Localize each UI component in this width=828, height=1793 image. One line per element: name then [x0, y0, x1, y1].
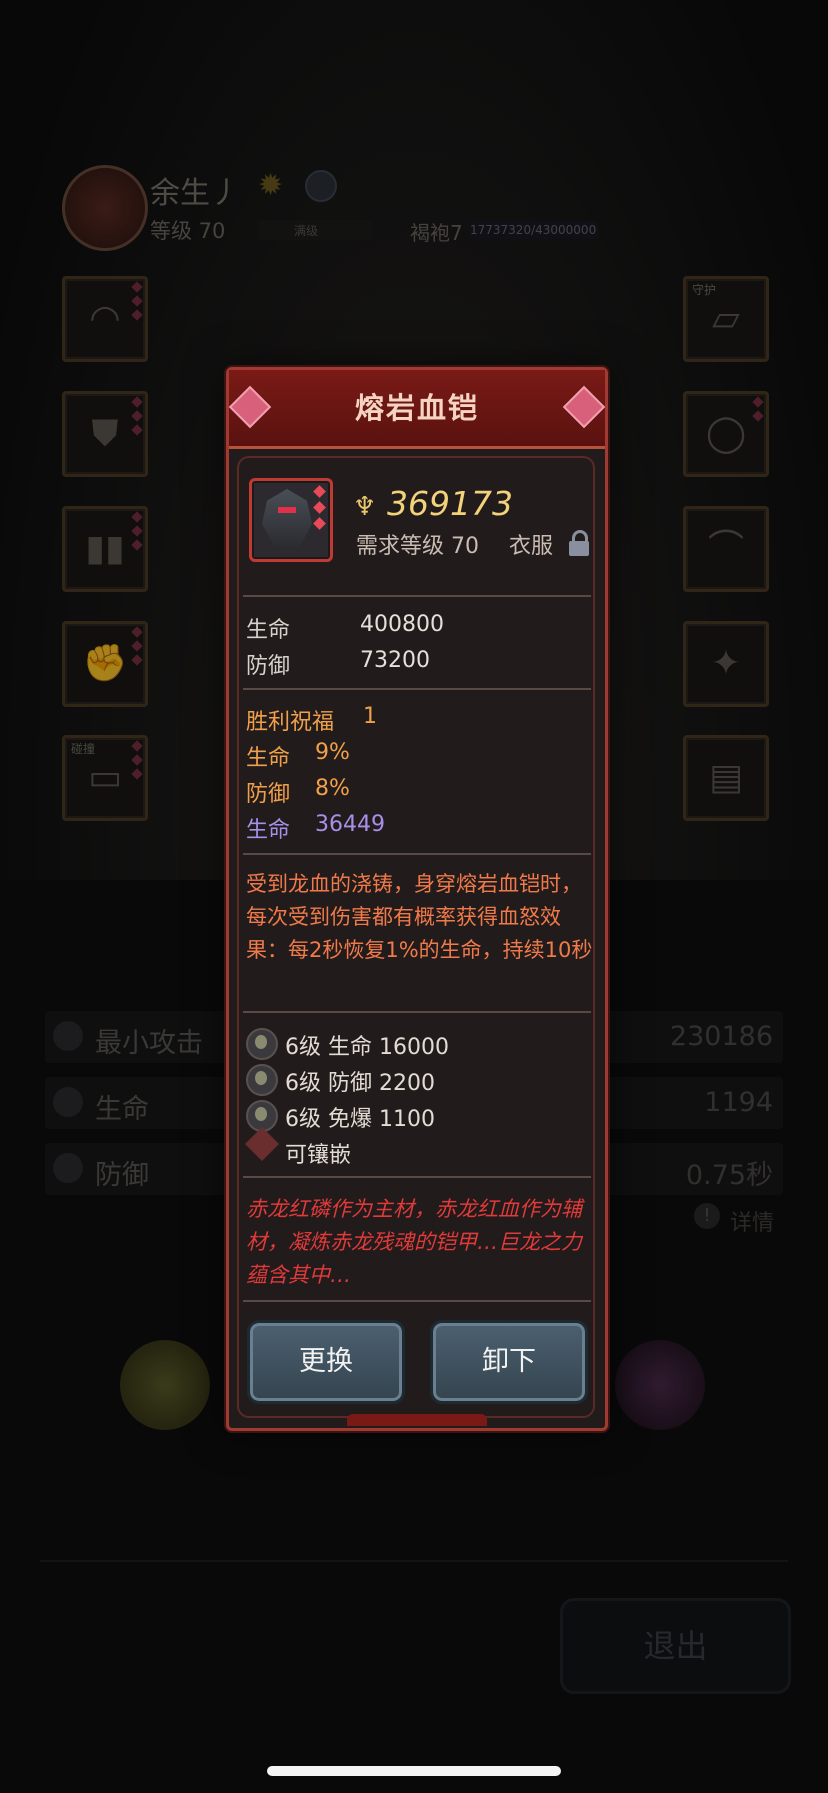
- item-detail-popup: 熔岩血铠 ♆ 369173 需求等级 70 衣服 生命 400800 防御 73…: [226, 367, 608, 1431]
- slot-type: 衣服: [509, 534, 554, 559]
- bonus-label: 生命: [246, 746, 291, 771]
- bonus-label: 防御: [246, 782, 291, 807]
- title-banner: 熔岩血铠: [228, 370, 606, 449]
- gem-text: 6级 免爆 1100: [285, 1107, 435, 1132]
- bonus-value: 8%: [315, 776, 350, 801]
- unequip-button[interactable]: 卸下: [430, 1320, 588, 1404]
- item-icon: [249, 478, 333, 562]
- item-description: 受到龙血的浇铸，身穿熔岩血铠时，每次受到伤害都有概率获得血怒效果：每2秒恢复1%…: [246, 872, 593, 962]
- item-title: 熔岩血铠: [354, 391, 479, 425]
- divider: [243, 1176, 591, 1178]
- base-stat-label: 生命: [246, 618, 291, 643]
- gem-text: 6级 生命 16000: [285, 1035, 449, 1060]
- blessing-value: 1: [363, 704, 377, 729]
- item-power: 369173: [387, 484, 513, 523]
- divider: [243, 595, 591, 597]
- replace-button-label: 更换: [299, 1346, 353, 1377]
- divider: [243, 1300, 591, 1302]
- base-stat-value: 400800: [360, 612, 444, 637]
- armor-art-icon: [262, 489, 312, 547]
- replace-button[interactable]: 更换: [247, 1320, 405, 1404]
- socket-label[interactable]: 可镶嵌: [285, 1137, 351, 1169]
- blessing-label: 胜利祝福: [246, 710, 335, 735]
- unequip-button-label: 卸下: [482, 1346, 536, 1377]
- flavor-text: 赤龙红磷作为主材，赤龙红血作为辅材，凝炼赤龙残魂的铠甲…巨龙之力蕴含其中…: [246, 1197, 582, 1287]
- divider: [243, 1011, 591, 1013]
- home-indicator[interactable]: [267, 1766, 561, 1776]
- divider: [243, 853, 591, 855]
- power-icon: ♆: [353, 492, 377, 522]
- gem-text: 6级 防御 2200: [285, 1071, 435, 1096]
- bonus-value: 36449: [315, 812, 385, 837]
- base-stat-value: 73200: [360, 648, 430, 673]
- divider: [243, 688, 591, 690]
- level-requirement: 需求等级 70: [356, 534, 479, 559]
- bonus-value: 9%: [315, 740, 350, 765]
- base-stat-label: 防御: [246, 654, 291, 679]
- bottom-ornament: [347, 1414, 487, 1426]
- lock-icon[interactable]: [569, 530, 589, 556]
- gem-icon: [246, 1028, 278, 1060]
- bonus-label: 生命: [246, 818, 291, 843]
- gem-icon: [246, 1064, 278, 1096]
